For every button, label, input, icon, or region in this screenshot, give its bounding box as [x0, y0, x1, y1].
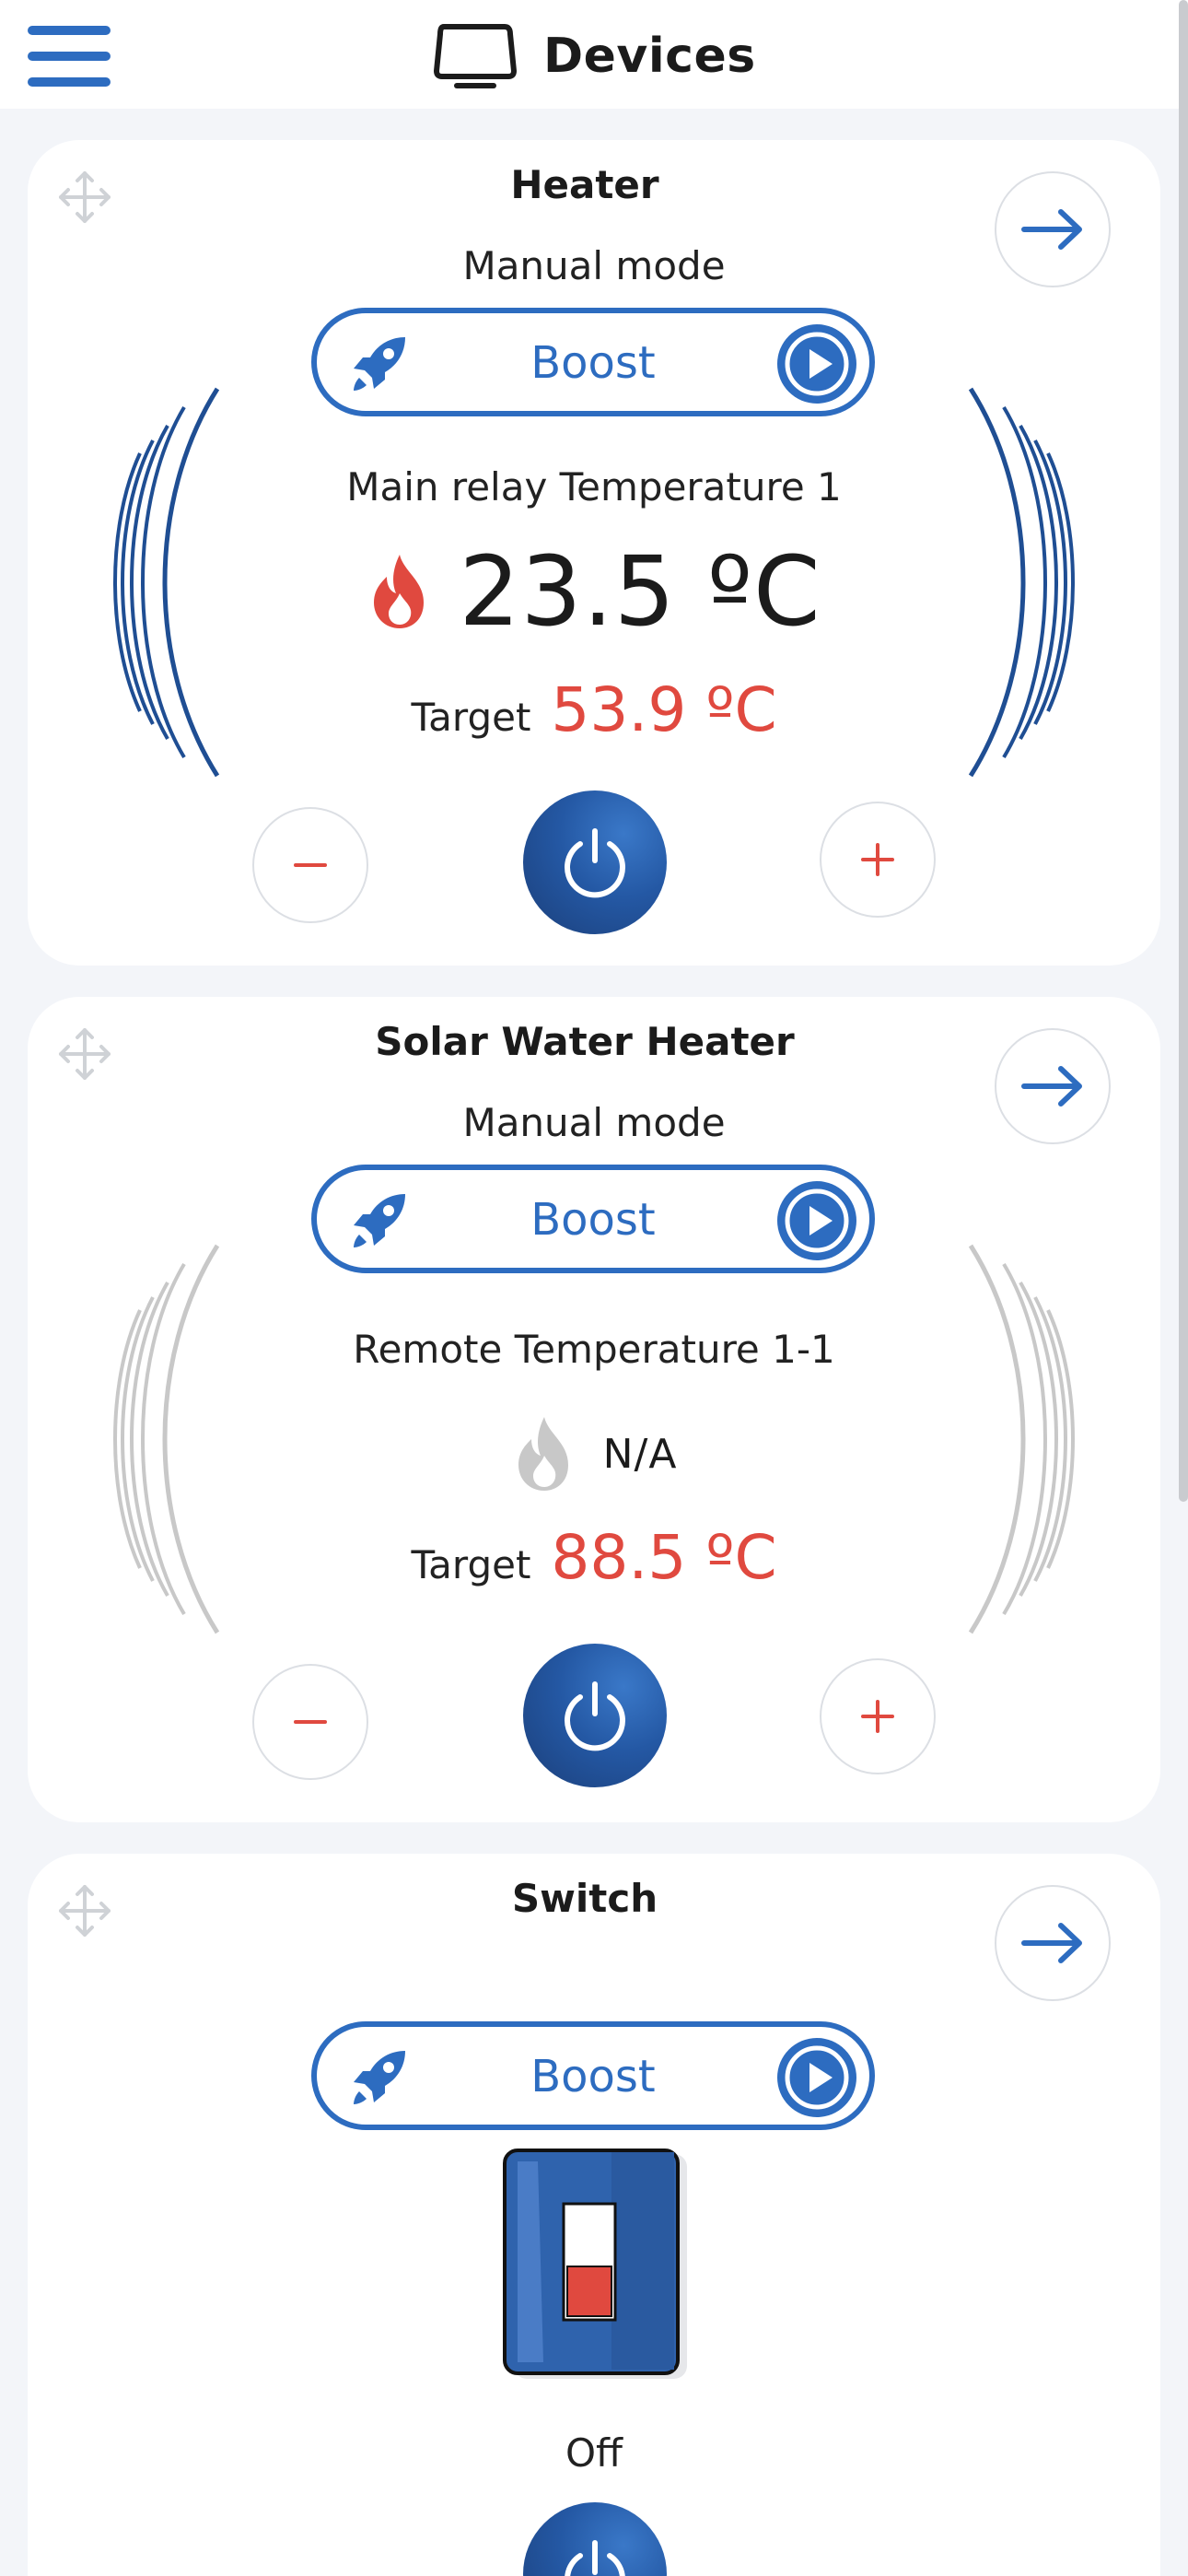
target-label: Target: [411, 1542, 531, 1587]
play-icon: [777, 2038, 856, 2117]
decrease-target-button[interactable]: [252, 1664, 368, 1780]
plus-icon: [861, 843, 894, 876]
current-temperature: 23.5 ºC: [459, 535, 821, 648]
target-temperature: 53.9 ºC: [551, 674, 777, 745]
sensor-label: Remote Temperature 1-1: [353, 1327, 835, 1372]
play-icon: [777, 324, 856, 404]
sensor-label: Main relay Temperature 1: [346, 464, 842, 509]
temperature-row: N/A: [28, 1399, 1160, 1509]
card-title: Heater: [510, 162, 659, 207]
device-monitor-icon: [434, 24, 517, 88]
mode-label: Manual mode: [462, 243, 726, 288]
target-label: Target: [411, 695, 531, 740]
page-title: Devices: [543, 29, 756, 84]
card-title: Solar Water Heater: [375, 1019, 795, 1064]
increase-target-button[interactable]: [820, 1658, 936, 1774]
minus-icon: [294, 863, 327, 867]
target-row: Target 88.5 ºC: [28, 1522, 1160, 1614]
flame-icon: [374, 555, 425, 628]
mode-label: Manual mode: [462, 1100, 726, 1145]
toggle-switch[interactable]: [501, 2149, 691, 2383]
power-icon: [565, 1681, 625, 1751]
play-icon: [777, 1181, 856, 1260]
scrollbar[interactable]: [1179, 0, 1188, 1502]
app-header: Devices: [0, 0, 1188, 109]
flame-icon: [518, 1417, 568, 1491]
card-title: Switch: [511, 1876, 658, 1921]
power-icon: [565, 2540, 625, 2576]
arrow-right-icon: [1021, 1923, 1082, 1963]
temperature-row: 23.5 ºC: [28, 535, 1160, 648]
target-temperature: 88.5 ºC: [551, 1522, 777, 1593]
decrease-target-button[interactable]: [252, 807, 368, 923]
power-button[interactable]: [523, 2502, 667, 2576]
plus-icon: [861, 1700, 894, 1733]
header-title-group: Devices: [431, 15, 756, 98]
device-card-heater: Heater Manual mode Boost Main relay Temp…: [28, 140, 1160, 966]
switch-state-label: Off: [565, 2430, 623, 2476]
open-device-button[interactable]: [995, 1885, 1111, 2001]
hamburger-menu-icon[interactable]: [28, 24, 111, 88]
current-temperature: N/A: [602, 1430, 678, 1478]
power-button[interactable]: [523, 790, 667, 934]
increase-target-button[interactable]: [820, 802, 936, 918]
minus-icon: [294, 1720, 327, 1724]
device-card-solar-water-heater: Solar Water Heater Manual mode Boost Rem…: [28, 997, 1160, 1822]
boost-button[interactable]: Boost: [311, 308, 875, 416]
power-button[interactable]: [523, 1644, 667, 1787]
target-row: Target 53.9 ºC: [28, 674, 1160, 767]
power-icon: [565, 828, 625, 898]
boost-button[interactable]: Boost: [311, 1165, 875, 1273]
boost-button[interactable]: Boost: [311, 2021, 875, 2130]
device-card-switch: Switch Boost Off: [28, 1854, 1160, 2576]
